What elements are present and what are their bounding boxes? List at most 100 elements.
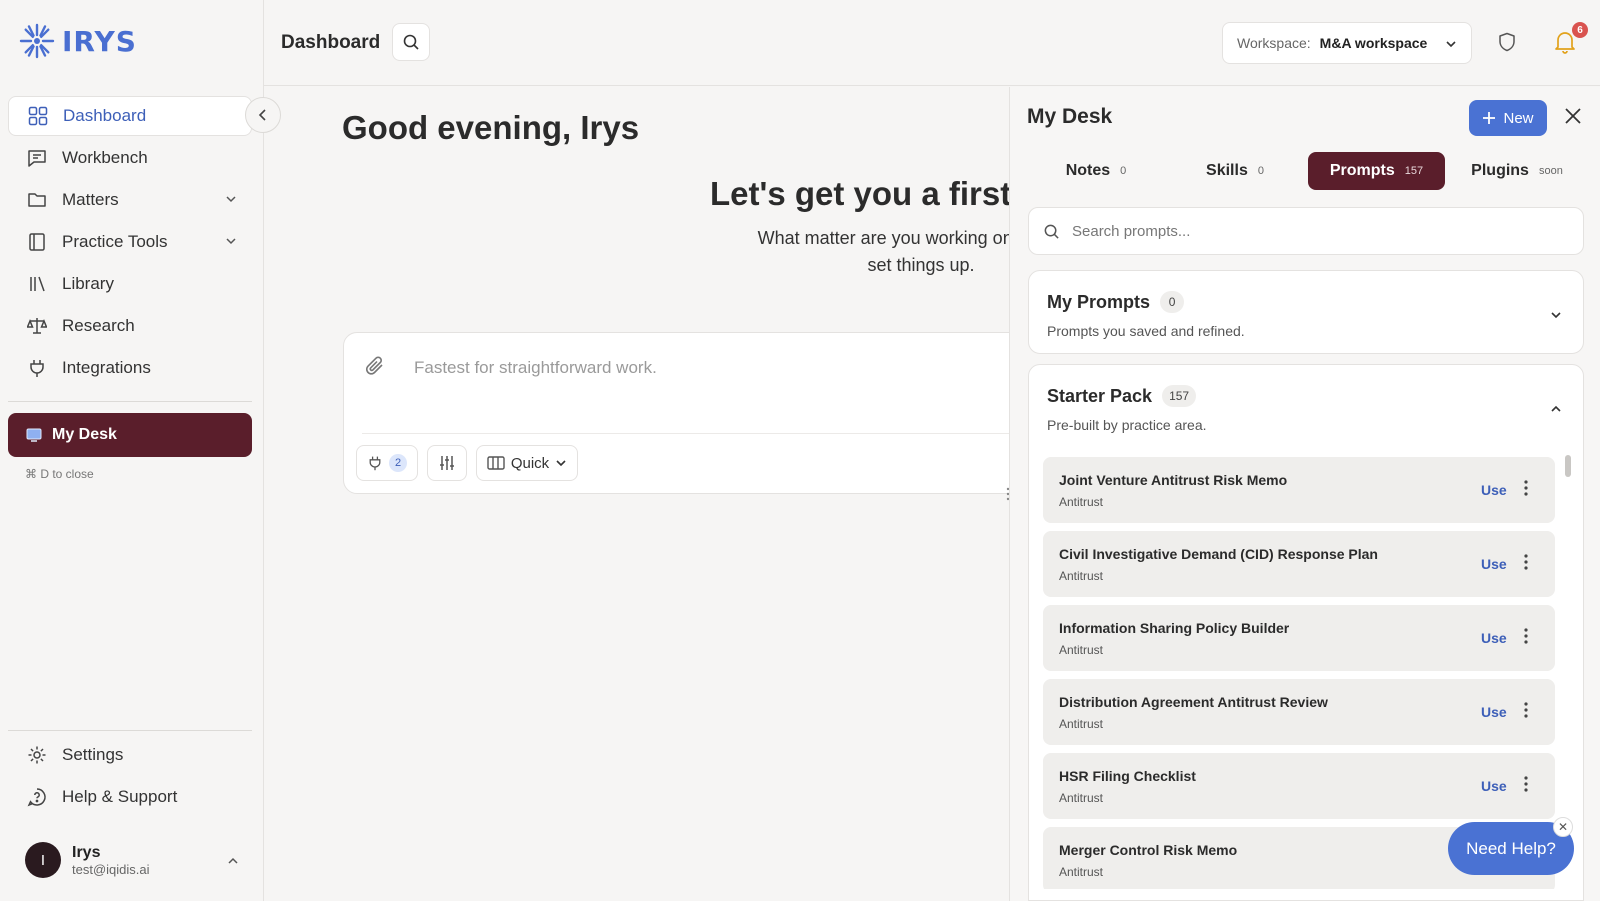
user-menu[interactable]: I Irys test@iqidis.ai — [25, 842, 240, 878]
sidebar-bottom-nav: Settings Help & Support — [8, 735, 252, 819]
sidebar-item-library[interactable]: Library — [8, 264, 252, 304]
brand-logo[interactable]: IRYS — [18, 22, 137, 60]
list-item[interactable]: Information Sharing Policy Builder Antit… — [1043, 605, 1555, 671]
monitor-icon — [26, 428, 42, 442]
tab-label: Prompts — [1329, 162, 1395, 179]
columns-icon — [487, 455, 505, 471]
list-item[interactable]: HSR Filing Checklist Antitrust Use — [1043, 753, 1555, 819]
my-desk-panel: My Desk New Notes 0 Skills 0 Prompts 157… — [1009, 87, 1600, 901]
use-button[interactable]: Use — [1481, 482, 1507, 498]
sidebar-item-dashboard[interactable]: Dashboard — [8, 96, 252, 136]
use-button[interactable]: Use — [1481, 778, 1507, 794]
sidebar-item-research[interactable]: Research — [8, 306, 252, 346]
list-item[interactable]: Joint Venture Antitrust Risk Memo Antitr… — [1043, 457, 1555, 523]
prompt-category: Antitrust — [1059, 495, 1104, 509]
mode-selector[interactable]: Quick — [476, 445, 578, 481]
greeting-heading: Good evening, Irys — [342, 109, 640, 146]
page-title: Dashboard — [281, 32, 381, 53]
prompt-category: Antitrust — [1059, 643, 1104, 657]
tab-prompts[interactable]: Prompts 157 — [1308, 152, 1445, 190]
prompt-title: Distribution Agreement Antitrust Review — [1059, 694, 1328, 710]
settings-sliders-button[interactable] — [427, 445, 467, 481]
integrations-button[interactable]: 2 — [356, 445, 418, 481]
section-count: 0 — [1160, 291, 1185, 313]
plug-icon — [367, 455, 383, 471]
prompt-search-input[interactable]: Search prompts... — [1028, 207, 1584, 255]
tab-notes[interactable]: Notes 0 — [1029, 152, 1163, 190]
chat-icon — [26, 147, 48, 169]
use-button[interactable]: Use — [1481, 556, 1507, 572]
logo-flower-icon — [19, 23, 55, 59]
more-vertical-icon[interactable] — [1523, 553, 1529, 571]
tab-count: soon — [1538, 165, 1563, 177]
shortcut-hint: ⌘ D to close — [25, 467, 94, 481]
hero-subtitle: What matter are you working on? Tell me … — [661, 225, 1009, 279]
my-desk-label: My Desk — [52, 426, 117, 443]
user-name: Irys — [72, 843, 101, 861]
scale-icon — [26, 315, 48, 337]
sidebar-item-practice-tools[interactable]: Practice Tools — [8, 222, 252, 262]
chevron-up-icon[interactable] — [226, 854, 240, 868]
desk-tabs: Notes 0 Skills 0 Prompts 157 Plugins soo… — [1029, 152, 1582, 190]
my-desk-button[interactable]: My Desk — [8, 413, 252, 457]
top-header: Dashboard Workspace: M&A workspace 6 — [264, 0, 1600, 86]
sidebar-item-matters[interactable]: Matters — [8, 180, 252, 220]
list-item[interactable]: Civil Investigative Demand (CID) Respons… — [1043, 531, 1555, 597]
new-label: New — [1503, 109, 1534, 127]
prompt-title: Merger Control Risk Memo — [1059, 842, 1238, 858]
sidebar-item-label: Library — [62, 274, 114, 293]
shield-icon[interactable] — [1498, 32, 1516, 52]
tab-skills[interactable]: Skills 0 — [1168, 152, 1302, 190]
chevron-down-icon — [1445, 38, 1457, 50]
folder-icon — [26, 189, 48, 211]
chevron-down-icon[interactable] — [1549, 308, 1563, 322]
use-button[interactable]: Use — [1481, 630, 1507, 646]
sidebar-divider — [8, 730, 252, 731]
chevron-down-icon[interactable] — [224, 234, 238, 248]
library-icon — [26, 273, 48, 295]
my-prompts-section[interactable]: My Prompts 0 Prompts you saved and refin… — [1028, 270, 1584, 354]
close-icon[interactable] — [1564, 107, 1582, 125]
sliders-icon — [438, 454, 456, 472]
search-icon — [1043, 223, 1060, 240]
book-icon — [26, 231, 48, 253]
chevron-up-icon[interactable] — [1549, 402, 1563, 416]
help-icon — [26, 786, 48, 808]
more-vertical-icon[interactable] — [1523, 627, 1529, 645]
more-vertical-icon[interactable] — [1523, 775, 1529, 793]
paperclip-icon[interactable] — [364, 355, 386, 377]
search-placeholder: Search prompts... — [1072, 222, 1191, 240]
sidebar-item-help-support[interactable]: Help & Support — [8, 777, 252, 817]
prompt-title: Information Sharing Policy Builder — [1059, 620, 1290, 636]
prompt-category: Antitrust — [1059, 717, 1104, 731]
sidebar-item-integrations[interactable]: Integrations — [8, 348, 252, 388]
main-content: Good evening, Irys Let's get you a first… — [264, 87, 1009, 901]
prompt-title: Joint Venture Antitrust Risk Memo — [1059, 472, 1288, 488]
composer-input[interactable]: Fastest for straightforward work. — [414, 358, 657, 378]
integrations-count-badge: 2 — [389, 454, 407, 472]
chevron-down-icon[interactable] — [224, 192, 238, 206]
plug-icon — [26, 357, 48, 379]
sidebar-item-settings[interactable]: Settings — [8, 735, 252, 775]
sidebar-item-label: Integrations — [62, 358, 151, 377]
workspace-value: M&A workspace — [1319, 35, 1428, 51]
chevron-down-icon — [555, 457, 567, 469]
sidebar-item-label: Dashboard — [63, 106, 147, 125]
more-vertical-icon[interactable] — [1523, 701, 1529, 719]
sidebar-item-workbench[interactable]: Workbench — [8, 138, 252, 178]
plus-icon — [1482, 111, 1496, 125]
tab-plugins[interactable]: Plugins soon — [1450, 152, 1584, 190]
notification-badge: 6 — [1572, 22, 1588, 38]
new-button[interactable]: New — [1469, 100, 1547, 136]
workspace-selector[interactable]: Workspace: M&A workspace — [1222, 22, 1472, 64]
scrollbar[interactable] — [1565, 455, 1571, 477]
close-help-icon[interactable]: ✕ — [1553, 817, 1573, 837]
global-search-button[interactable] — [392, 23, 430, 61]
collapse-sidebar-button[interactable] — [245, 97, 281, 133]
section-count: 157 — [1162, 385, 1197, 407]
use-button[interactable]: Use — [1481, 704, 1507, 720]
section-subtitle: Prompts you saved and refined. — [1047, 323, 1245, 339]
list-item[interactable]: Distribution Agreement Antitrust Review … — [1043, 679, 1555, 745]
more-vertical-icon[interactable] — [1523, 479, 1529, 497]
user-email: test@iqidis.ai — [72, 861, 150, 877]
